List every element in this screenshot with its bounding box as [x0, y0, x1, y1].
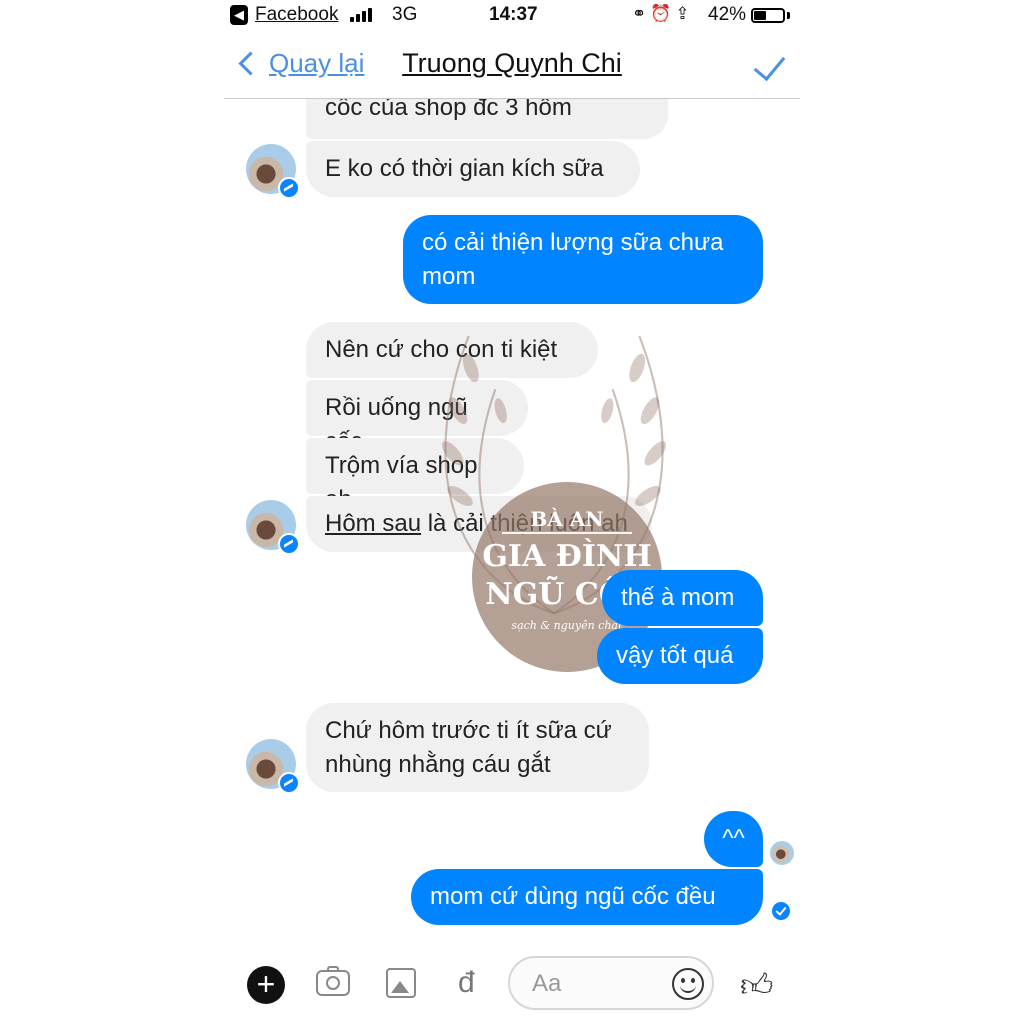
brand-name-small: BÀ AN — [530, 507, 604, 531]
message-bubble-outgoing[interactable]: ^^ — [704, 811, 763, 867]
message-bubble-incoming[interactable]: Rồi uống ngũ cốc — [306, 380, 528, 455]
battery-fill — [754, 11, 766, 20]
delivered-check-icon — [772, 902, 790, 920]
message-bubble-incoming[interactable]: Trộm vía shop ah — [306, 438, 524, 513]
brand-name-line1: GIA ĐÌNH — [482, 539, 652, 574]
status-bar: ◀ Facebook 3G 14:37 ⚭⏰⇪ 42% — [224, 0, 800, 32]
message-list[interactable]: cốc của shop đc 3 hôm E ko có thời gian … — [224, 99, 800, 954]
clock: 14:37 — [489, 4, 538, 25]
signal-icon — [350, 8, 376, 22]
back-to-app-icon[interactable]: ◀ — [230, 5, 248, 25]
message-bubble-outgoing[interactable]: có cải thiện lượng sữa chưa mom — [403, 215, 763, 304]
conversation-header: Quay lại Truong Quynh Chi — [224, 32, 800, 99]
plus-icon[interactable]: + — [247, 966, 285, 1004]
message-text-line: Chứ hôm trước ti ít sữa cứ — [325, 717, 612, 744]
message-text: mom cứ dùng ngũ cốc đều — [430, 883, 716, 910]
message-bubble-outgoing[interactable]: thế à mom — [602, 570, 763, 626]
network-type: 3G — [392, 4, 418, 25]
battery-tip — [787, 12, 790, 19]
message-composer[interactable] — [508, 956, 714, 1010]
camera-icon[interactable] — [316, 966, 350, 996]
read-receipt-avatar — [770, 841, 794, 865]
message-text: E ko có thời gian kích sữa — [325, 155, 604, 182]
message-text: cốc của shop đc 3 hôm — [325, 99, 572, 121]
brand-divider — [502, 532, 632, 534]
message-bubble-incoming[interactable]: Chứ hôm trước ti ít sữa cứ nhùng nhằng c… — [306, 703, 649, 792]
battery-icon — [751, 8, 785, 23]
messenger-screen: ◀ Facebook 3G 14:37 ⚭⏰⇪ 42% Quay lại Tru… — [224, 0, 800, 1024]
message-link[interactable]: Hôm sau — [325, 510, 421, 537]
status-icons: ⚭⏰⇪ — [632, 4, 694, 23]
message-bubble-outgoing[interactable]: vậy tốt quá — [597, 628, 763, 684]
message-bubble-incoming[interactable]: cốc của shop đc 3 hôm — [306, 99, 668, 139]
message-text-line: có cải thiện lượng sữa chưa — [422, 229, 724, 256]
messenger-badge-icon — [278, 772, 300, 794]
messenger-badge-icon — [278, 177, 300, 199]
back-to-app-label[interactable]: Facebook — [255, 4, 338, 26]
message-text-line: nhùng nhằng cáu gắt — [325, 751, 551, 778]
messenger-badge-icon — [278, 533, 300, 555]
message-text: vậy tốt quá — [616, 642, 734, 669]
message-text: thế à mom — [621, 584, 735, 611]
gallery-icon[interactable] — [386, 968, 416, 998]
message-text-line: mom — [422, 263, 476, 290]
emoji-icon[interactable] — [672, 968, 704, 1000]
like-icon[interactable]: 👍︎ — [740, 966, 773, 1005]
message-text: Nên cứ cho con ti kiệt — [325, 336, 558, 363]
message-bubble-incoming[interactable]: Nên cứ cho con ti kiệt — [306, 322, 598, 378]
message-input[interactable] — [530, 968, 664, 1000]
message-text: ^^ — [722, 825, 745, 852]
payment-icon[interactable]: đ — [458, 966, 475, 1000]
message-bubble-outgoing[interactable]: mom cứ dùng ngũ cốc đều — [411, 869, 763, 925]
message-bubble-incoming[interactable]: E ko có thời gian kích sữa — [306, 141, 640, 197]
contact-name[interactable]: Truong Quynh Chi — [224, 48, 800, 79]
composer-bar: + đ 👍︎ — [224, 954, 800, 1024]
battery-percent: 42% — [708, 4, 747, 25]
